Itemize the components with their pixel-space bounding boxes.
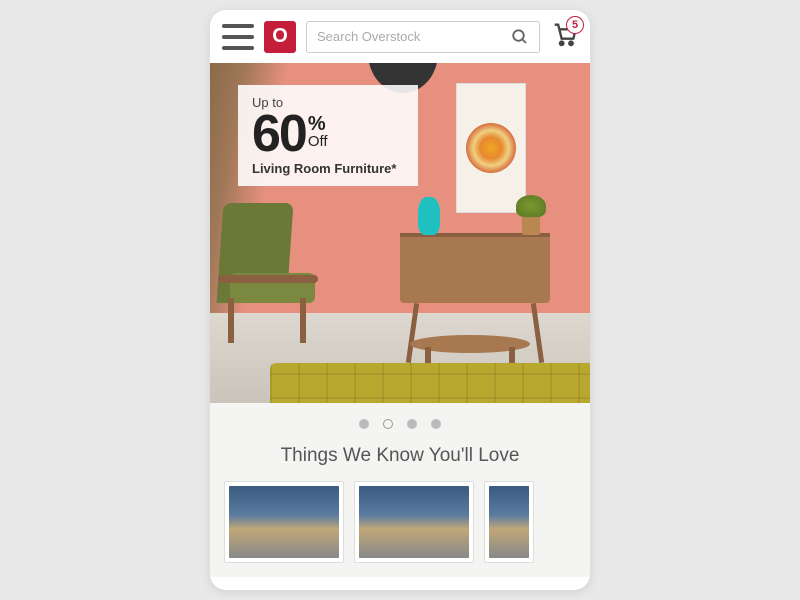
- product-carousel[interactable]: [210, 481, 590, 577]
- hero-carousel-slide[interactable]: Up to 60 % Off Living Room Furniture*: [210, 63, 590, 403]
- cart-count-badge: 5: [566, 16, 584, 34]
- search-icon[interactable]: [511, 28, 529, 46]
- brand-logo[interactable]: O: [264, 21, 296, 53]
- carousel-dot-3[interactable]: [431, 419, 441, 429]
- carousel-dot-2[interactable]: [407, 419, 417, 429]
- mobile-app-screen: O 5 Up to 60 %: [210, 10, 590, 590]
- carousel-dots: [210, 403, 590, 439]
- product-image: [489, 486, 529, 558]
- promo-discount-number: 60: [252, 110, 306, 159]
- header-bar: O 5: [210, 10, 590, 63]
- search-box[interactable]: [306, 21, 540, 53]
- carousel-dot-0[interactable]: [359, 419, 369, 429]
- cart-button[interactable]: 5: [550, 20, 578, 53]
- product-card[interactable]: [354, 481, 474, 563]
- promo-percent-sign: %: [308, 114, 328, 134]
- product-image: [229, 486, 339, 558]
- search-input[interactable]: [317, 29, 511, 44]
- promo-overlay: Up to 60 % Off Living Room Furniture*: [238, 85, 418, 186]
- promo-off-text: Off: [308, 134, 328, 149]
- menu-icon[interactable]: [222, 24, 254, 50]
- promo-category-text: Living Room Furniture*: [252, 161, 404, 176]
- product-card[interactable]: [484, 481, 534, 563]
- carousel-dot-1[interactable]: [383, 419, 393, 429]
- product-image: [359, 486, 469, 558]
- product-card[interactable]: [224, 481, 344, 563]
- section-title: Things We Know You'll Love: [210, 439, 590, 481]
